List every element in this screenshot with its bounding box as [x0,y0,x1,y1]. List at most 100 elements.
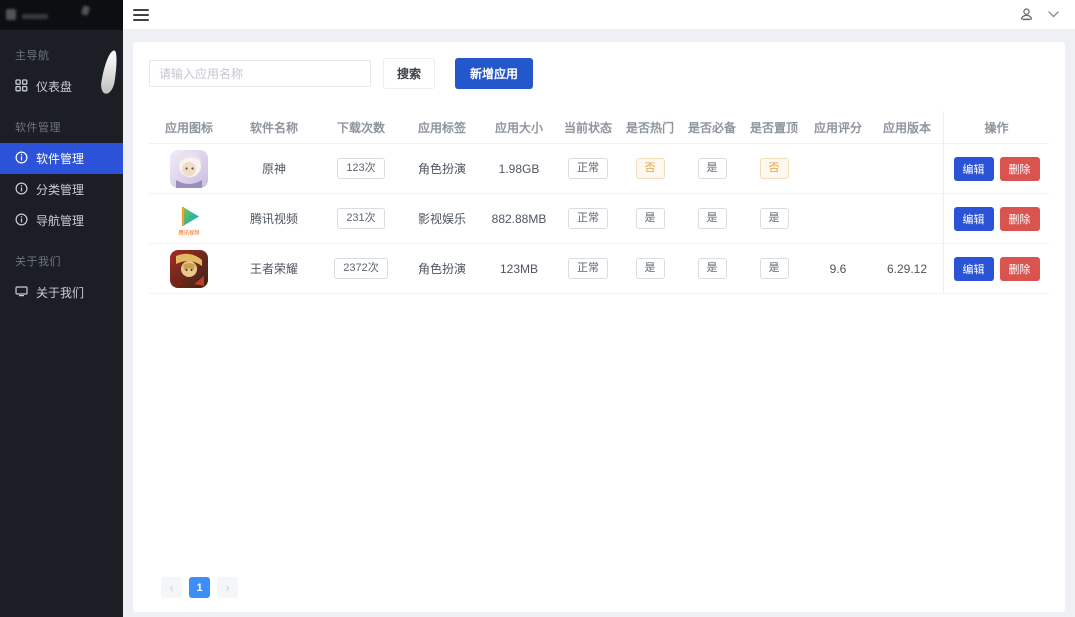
content-card: 搜索 新增应用 应用图标软件名称下载次数应用标签应用大小当前状态是否热门是否必备… [133,42,1065,612]
essential-badge: 是 [698,208,727,229]
info-circle-icon [15,213,28,229]
logo-text-blur [22,14,48,19]
column-header: 下载次数 [319,111,403,143]
topbar-right [1019,7,1059,22]
sidebar-section-about: 关于我们 [0,236,123,277]
search-button[interactable]: 搜索 [383,58,435,89]
download-count-cell: 231次 [319,194,403,243]
essential-cell: 是 [681,194,743,243]
hot-badge: 是 [636,258,665,279]
app-icon-cell [149,244,229,293]
app-icon-cell [149,144,229,193]
pinned-badge: 是 [760,258,789,279]
edit-button[interactable]: 编辑 [954,257,994,281]
app-size: 882.88MB [481,194,557,243]
hamburger-icon[interactable] [133,9,149,21]
app-name: 王者荣耀 [229,244,319,293]
logo-mark-2 [81,5,90,16]
pagination: ‹ 1 › [149,571,1049,600]
download-count-cell: 2372次 [319,244,403,293]
content-area: 搜索 新增应用 应用图标软件名称下载次数应用标签应用大小当前状态是否热门是否必备… [123,30,1075,617]
essential-cell: 是 [681,244,743,293]
pagination-prev-button[interactable]: ‹ [161,577,182,598]
table-header-row: 应用图标软件名称下载次数应用标签应用大小当前状态是否热门是否必备是否置顶应用评分… [149,111,1049,144]
sidebar-item-category-management[interactable]: 分类管理 [0,174,123,205]
essential-cell: 是 [681,144,743,193]
column-header: 应用大小 [481,111,557,143]
search-input[interactable] [149,60,371,87]
status-cell: 正常 [557,194,619,243]
edit-button[interactable]: 编辑 [954,157,994,181]
app-rating [805,194,871,243]
download-count-cell: 123次 [319,144,403,193]
app-icon-cell: 腾讯视频 [149,194,229,243]
pagination-page-1[interactable]: 1 [189,577,210,598]
app-version [871,194,943,243]
app-icon [170,150,208,188]
table-body: 原神 123次 角色扮演 1.98GB 正常 否 是 否 编辑 删除 腾讯视频 … [149,144,1049,294]
column-header: 是否必备 [681,111,743,143]
top-cell: 是 [743,244,805,293]
column-header: 操作 [943,111,1049,143]
actions-cell: 编辑 删除 [943,194,1049,243]
column-header: 应用评分 [805,111,871,143]
sidebar-item-about-us[interactable]: 关于我们 [0,277,123,308]
hot-cell: 是 [619,194,681,243]
column-header: 应用标签 [403,111,481,143]
column-header: 应用版本 [871,111,943,143]
app-version [871,144,943,193]
app-size: 1.98GB [481,144,557,193]
sidebar-item-label: 关于我们 [36,284,84,301]
user-avatar-icon[interactable] [1019,7,1034,22]
delete-button[interactable]: 删除 [1000,257,1040,281]
status-cell: 正常 [557,144,619,193]
app-root: 主导航 仪表盘 软件管理 软件管理 分类管理 [0,0,1075,617]
hot-cell: 是 [619,244,681,293]
app-icon-caption: 腾讯视频 [175,230,204,235]
download-count-tag: 2372次 [334,258,387,279]
status-badge: 正常 [568,208,608,229]
status-badge: 正常 [568,258,608,279]
hot-cell: 否 [619,144,681,193]
app-rating [805,144,871,193]
app-tag: 角色扮演 [403,244,481,293]
empty-space [149,294,1049,571]
delete-button[interactable]: 删除 [1000,207,1040,231]
hot-badge: 是 [636,208,665,229]
main-region: 搜索 新增应用 应用图标软件名称下载次数应用标签应用大小当前状态是否热门是否必备… [123,0,1075,617]
pagination-next-button[interactable]: › [217,577,238,598]
actions-cell: 编辑 删除 [943,244,1049,293]
add-app-button[interactable]: 新增应用 [455,58,533,89]
sidebar-item-label: 仪表盘 [36,78,72,95]
column-header: 软件名称 [229,111,319,143]
delete-button[interactable]: 删除 [1000,157,1040,181]
status-cell: 正常 [557,244,619,293]
dashboard-grid-icon [15,79,28,95]
column-header: 应用图标 [149,111,229,143]
app-size: 123MB [481,244,557,293]
topbar [123,0,1075,30]
essential-badge: 是 [698,158,727,179]
column-header: 是否热门 [619,111,681,143]
chevron-down-icon[interactable] [1048,11,1059,18]
table-row: 腾讯视频 腾讯视频 231次 影视娱乐 882.88MB 正常 是 是 是 编辑… [149,194,1049,244]
sidebar-item-software-management[interactable]: 软件管理 [0,143,123,174]
app-name: 原神 [229,144,319,193]
essential-badge: 是 [698,258,727,279]
info-circle-icon [15,182,28,198]
column-header: 是否置顶 [743,111,805,143]
pinned-badge: 否 [760,158,789,179]
sidebar-item-label: 分类管理 [36,181,84,198]
sidebar-item-navigation-management[interactable]: 导航管理 [0,205,123,236]
hot-badge: 否 [636,158,665,179]
monitor-icon [15,285,28,301]
search-toolbar: 搜索 新增应用 [149,58,1049,89]
edit-button[interactable]: 编辑 [954,207,994,231]
app-tag: 影视娱乐 [403,194,481,243]
sidebar-section-software: 软件管理 [0,102,123,143]
app-rating: 9.6 [805,244,871,293]
top-cell: 是 [743,194,805,243]
table-row: 原神 123次 角色扮演 1.98GB 正常 否 是 否 编辑 删除 [149,144,1049,194]
logo-mark [6,9,16,20]
pinned-badge: 是 [760,208,789,229]
